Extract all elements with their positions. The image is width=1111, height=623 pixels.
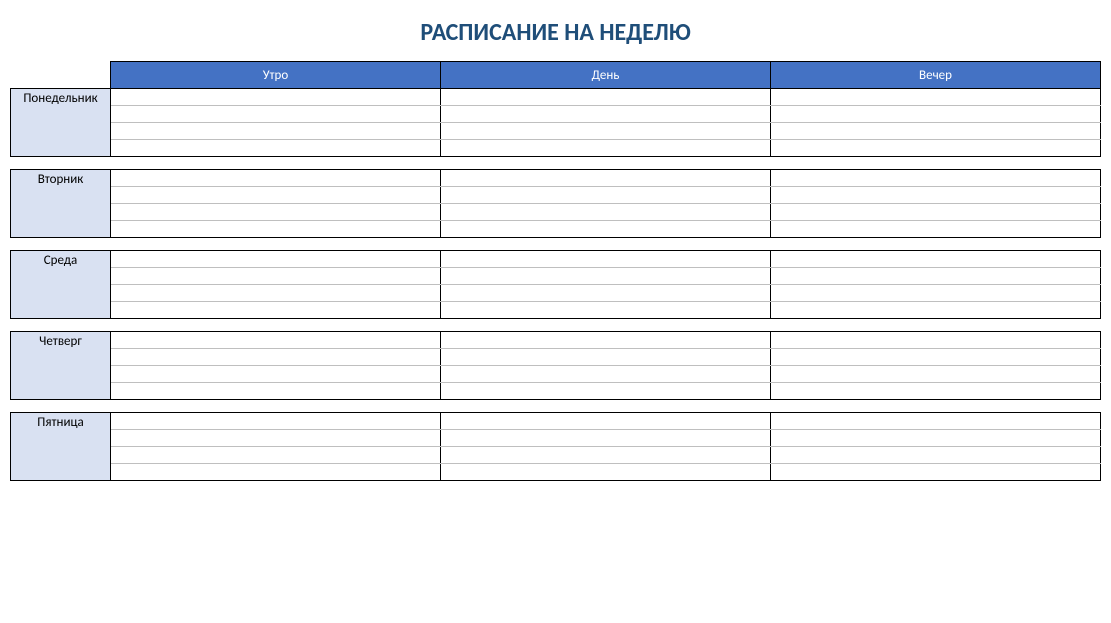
day-label: Понедельник [11, 89, 111, 157]
slot-cell[interactable] [441, 123, 771, 140]
header-row: Утро День Вечер [11, 62, 1101, 89]
slot-cell[interactable] [441, 187, 771, 204]
header-day: День [441, 62, 771, 89]
slot-cell[interactable] [771, 383, 1101, 400]
slot-cell[interactable] [441, 170, 771, 187]
schedule-wrapper: Утро День Вечер Понедельник [0, 61, 1111, 491]
header-blank [11, 62, 111, 89]
slot-cell[interactable] [441, 89, 771, 106]
slot-cell[interactable] [441, 413, 771, 430]
slot-cell[interactable] [111, 170, 441, 187]
slot-cell[interactable] [441, 430, 771, 447]
table-row [11, 221, 1101, 238]
table-row [11, 383, 1101, 400]
slot-cell[interactable] [771, 204, 1101, 221]
table-row: Среда [11, 251, 1101, 268]
spacer-row [11, 400, 1101, 413]
slot-cell[interactable] [771, 140, 1101, 157]
slot-cell[interactable] [111, 332, 441, 349]
slot-cell[interactable] [441, 204, 771, 221]
table-row: Понедельник [11, 89, 1101, 106]
slot-cell[interactable] [111, 413, 441, 430]
slot-cell[interactable] [441, 302, 771, 319]
slot-cell[interactable] [111, 187, 441, 204]
slot-cell[interactable] [771, 187, 1101, 204]
slot-cell[interactable] [771, 413, 1101, 430]
slot-cell[interactable] [441, 221, 771, 238]
slot-cell[interactable] [441, 349, 771, 366]
slot-cell[interactable] [441, 366, 771, 383]
table-row: Четверг [11, 332, 1101, 349]
slot-cell[interactable] [441, 106, 771, 123]
spacer-row [11, 238, 1101, 251]
table-row [11, 204, 1101, 221]
slot-cell[interactable] [441, 447, 771, 464]
slot-cell[interactable] [771, 106, 1101, 123]
slot-cell[interactable] [771, 268, 1101, 285]
table-row [11, 464, 1101, 481]
slot-cell[interactable] [111, 204, 441, 221]
slot-cell[interactable] [771, 89, 1101, 106]
slot-cell[interactable] [441, 268, 771, 285]
table-row [11, 349, 1101, 366]
table-row [11, 268, 1101, 285]
table-row [11, 123, 1101, 140]
table-row [11, 302, 1101, 319]
slot-cell[interactable] [441, 251, 771, 268]
slot-cell[interactable] [441, 383, 771, 400]
day-label: Вторник [11, 170, 111, 238]
slot-cell[interactable] [111, 140, 441, 157]
day-label: Четверг [11, 332, 111, 400]
table-row [11, 430, 1101, 447]
slot-cell[interactable] [441, 332, 771, 349]
slot-cell[interactable] [771, 251, 1101, 268]
slot-cell[interactable] [111, 430, 441, 447]
table-row: Пятница [11, 413, 1101, 430]
slot-cell[interactable] [771, 430, 1101, 447]
slot-cell[interactable] [111, 464, 441, 481]
slot-cell[interactable] [771, 447, 1101, 464]
page-title: РАСПИСАНИЕ НА НЕДЕЛЮ [0, 0, 1111, 61]
day-label: Пятница [11, 413, 111, 481]
slot-cell[interactable] [111, 285, 441, 302]
table-row [11, 140, 1101, 157]
spacer-row [11, 157, 1101, 170]
header-morning: Утро [111, 62, 441, 89]
slot-cell[interactable] [111, 349, 441, 366]
spacer-row [11, 319, 1101, 332]
table-row [11, 285, 1101, 302]
slot-cell[interactable] [111, 106, 441, 123]
header-evening: Вечер [771, 62, 1101, 89]
slot-cell[interactable] [441, 285, 771, 302]
slot-cell[interactable] [111, 221, 441, 238]
table-row [11, 366, 1101, 383]
table-row: Вторник [11, 170, 1101, 187]
slot-cell[interactable] [771, 366, 1101, 383]
schedule-table: Утро День Вечер Понедельник [10, 61, 1101, 481]
slot-cell[interactable] [771, 170, 1101, 187]
slot-cell[interactable] [111, 302, 441, 319]
slot-cell[interactable] [441, 140, 771, 157]
slot-cell[interactable] [441, 464, 771, 481]
slot-cell[interactable] [771, 349, 1101, 366]
slot-cell[interactable] [771, 332, 1101, 349]
slot-cell[interactable] [771, 285, 1101, 302]
slot-cell[interactable] [111, 89, 441, 106]
table-row [11, 187, 1101, 204]
slot-cell[interactable] [771, 123, 1101, 140]
slot-cell[interactable] [111, 447, 441, 464]
slot-cell[interactable] [771, 302, 1101, 319]
slot-cell[interactable] [111, 268, 441, 285]
slot-cell[interactable] [111, 383, 441, 400]
slot-cell[interactable] [111, 123, 441, 140]
slot-cell[interactable] [111, 251, 441, 268]
slot-cell[interactable] [771, 464, 1101, 481]
day-label: Среда [11, 251, 111, 319]
slot-cell[interactable] [771, 221, 1101, 238]
slot-cell[interactable] [111, 366, 441, 383]
table-row [11, 447, 1101, 464]
table-row [11, 106, 1101, 123]
